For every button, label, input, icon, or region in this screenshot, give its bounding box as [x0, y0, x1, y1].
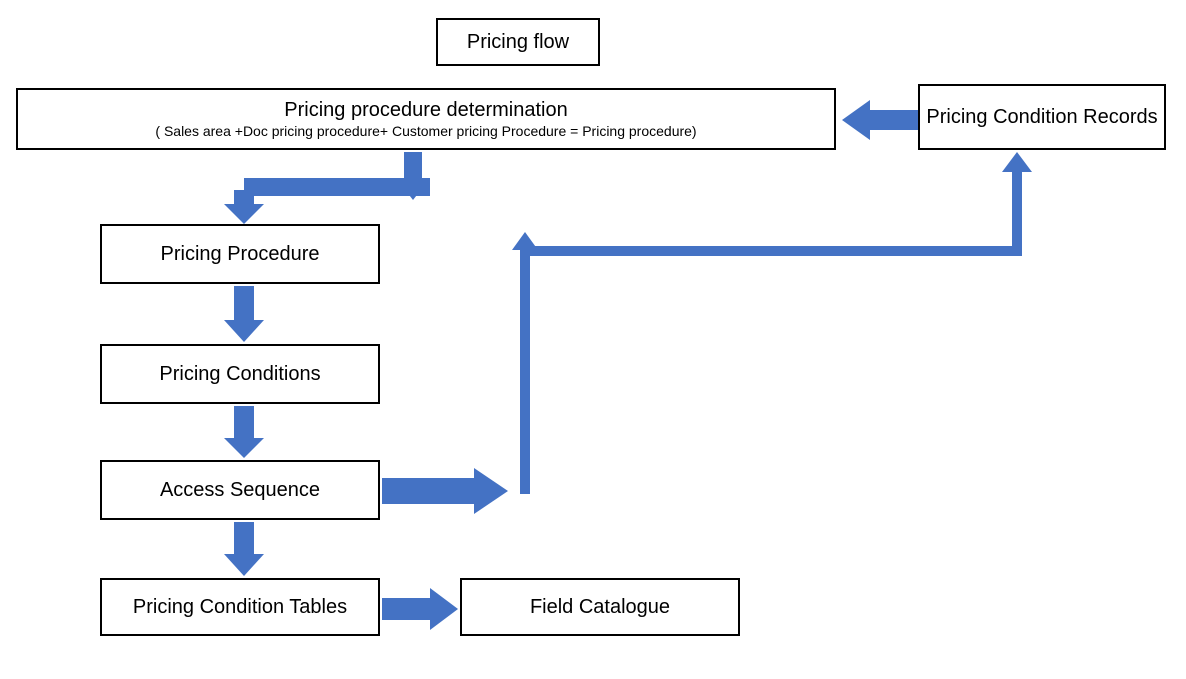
procedure-text: Pricing Procedure	[161, 242, 320, 267]
determination-title: Pricing procedure determination	[284, 98, 568, 123]
title-box: Pricing flow	[436, 18, 600, 66]
records-box: Pricing Condition Records	[918, 84, 1166, 150]
title-text: Pricing flow	[467, 30, 569, 55]
catalogue-text: Field Catalogue	[530, 595, 670, 620]
conditions-text: Pricing Conditions	[159, 362, 320, 387]
arrow-conditions-to-access	[224, 406, 264, 458]
catalogue-box: Field Catalogue	[460, 578, 740, 636]
access-box: Access Sequence	[100, 460, 380, 520]
arrow-l-connector	[224, 178, 430, 224]
determination-box: Pricing procedure determination ( Sales …	[16, 88, 836, 150]
procedure-box: Pricing Procedure	[100, 224, 380, 284]
tables-box: Pricing Condition Tables	[100, 578, 380, 636]
determination-formula: ( Sales area +Doc pricing procedure+ Cus…	[155, 123, 696, 141]
tables-text: Pricing Condition Tables	[133, 595, 347, 620]
arrow-procedure-to-conditions	[224, 286, 264, 342]
arrow-determination-down	[396, 152, 430, 200]
conditions-box: Pricing Conditions	[100, 344, 380, 404]
records-text: Pricing Condition Records	[926, 105, 1157, 130]
arrow-records-to-determination	[842, 100, 918, 140]
arrow-access-to-tables	[224, 522, 264, 576]
arrow-access-to-records	[382, 152, 1032, 514]
access-text: Access Sequence	[160, 478, 320, 503]
arrow-tables-to-catalogue	[382, 588, 458, 630]
